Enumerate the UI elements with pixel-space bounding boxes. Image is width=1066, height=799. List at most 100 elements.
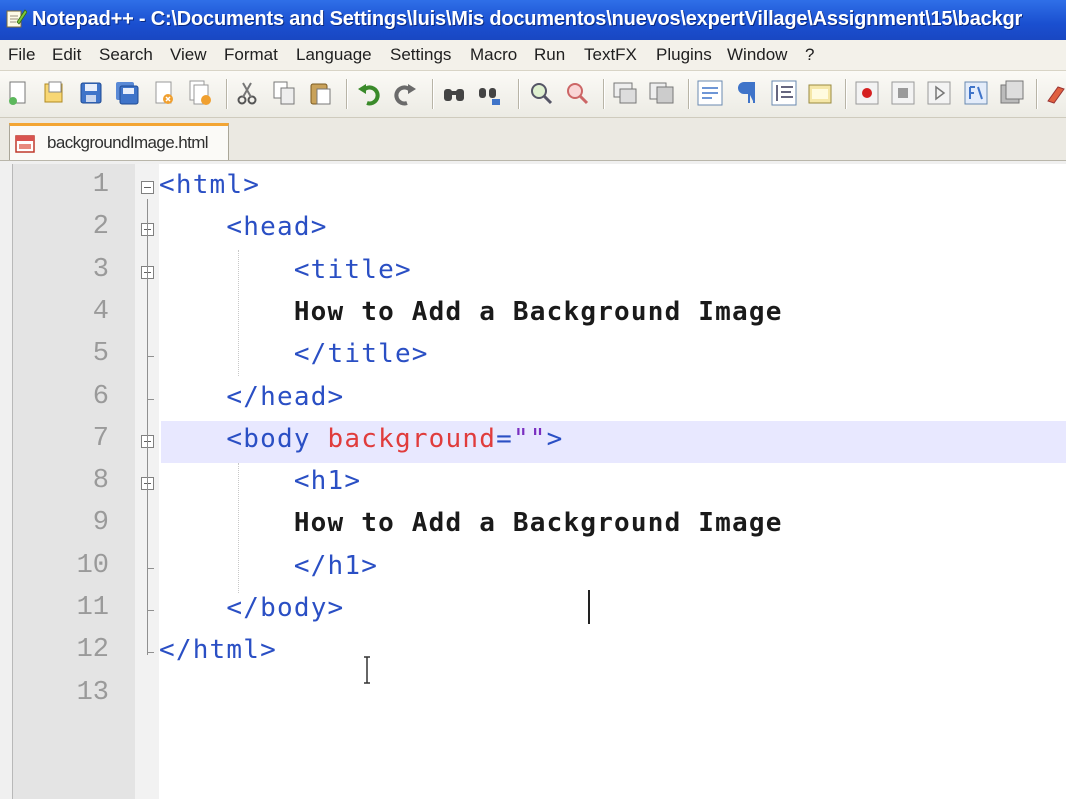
fold-end-marker bbox=[147, 610, 154, 611]
menu-view[interactable]: View bbox=[170, 45, 207, 65]
code-line: 9 How to Add a Background Image bbox=[13, 504, 1066, 546]
code-token-tag: > bbox=[546, 423, 564, 454]
indent-guide-button[interactable] bbox=[770, 79, 798, 107]
code-token-ws bbox=[159, 508, 294, 538]
code-line: 2 <head> bbox=[13, 208, 1066, 250]
tab-background-image-html[interactable]: backgroundImage.html bbox=[9, 123, 229, 160]
replace-button[interactable] bbox=[476, 79, 504, 107]
menu-bar: File Edit Search View Format Language Settings… bbox=[0, 40, 1066, 71]
menu-textfx[interactable]: TextFX bbox=[584, 45, 637, 65]
close-all-icon bbox=[189, 80, 211, 105]
code-token-val: "" bbox=[512, 423, 547, 454]
code-token-text: How to Add a Background Image bbox=[293, 508, 783, 539]
copy-button[interactable] bbox=[270, 79, 298, 107]
fold-end-marker bbox=[147, 398, 154, 400]
stop-recording-button[interactable] bbox=[889, 79, 917, 107]
play-macro-icon bbox=[927, 81, 951, 105]
code-token-tag: </html> bbox=[159, 635, 277, 666]
play-macro-button[interactable] bbox=[925, 79, 953, 107]
code-token-tag: </title> bbox=[293, 339, 429, 370]
code-token-tag: = bbox=[496, 423, 513, 454]
code-line: 4 How to Add a Background Image bbox=[13, 293, 1066, 335]
code-editor[interactable]: 1 <html> 2 <head> 3 <title> 4 How to Add a B… bbox=[12, 164, 1066, 799]
menu-help[interactable]: ? bbox=[805, 45, 814, 65]
record-macro-icon bbox=[855, 81, 879, 105]
save-icon bbox=[80, 82, 102, 104]
code-line: 12 </html> bbox=[13, 631, 1066, 673]
code-token-attr: background bbox=[327, 423, 497, 454]
fold-toggle-icon[interactable] bbox=[141, 181, 154, 194]
code-text: </html> bbox=[159, 635, 277, 665]
tab-label: backgroundImage.html bbox=[47, 133, 209, 152]
code-line: 5 </title> bbox=[13, 335, 1066, 377]
user-language-button[interactable] bbox=[806, 79, 834, 107]
toolbar-separator bbox=[603, 79, 604, 109]
menu-format[interactable]: Format bbox=[224, 45, 278, 65]
redo-button[interactable] bbox=[391, 79, 419, 107]
menu-macro[interactable]: Macro bbox=[470, 45, 517, 65]
new-file-button[interactable] bbox=[4, 79, 32, 107]
menu-settings[interactable]: Settings bbox=[390, 45, 451, 65]
menu-language[interactable]: Language bbox=[296, 45, 372, 65]
code-text: </body> bbox=[159, 593, 344, 623]
run-macro-multiple-button[interactable] bbox=[962, 79, 990, 107]
code-token-tag: </body> bbox=[226, 593, 345, 623]
line-number: 5 bbox=[92, 339, 109, 370]
code-token-ws bbox=[159, 339, 294, 369]
save-all-button[interactable] bbox=[113, 79, 141, 107]
close-button[interactable] bbox=[150, 79, 178, 107]
close-all-button[interactable] bbox=[186, 79, 214, 107]
code-text: </head> bbox=[159, 382, 344, 412]
spell-check-button[interactable] bbox=[1044, 79, 1066, 107]
code-token-ws bbox=[159, 255, 294, 285]
menu-edit[interactable]: Edit bbox=[52, 45, 81, 65]
menu-search[interactable]: Search bbox=[99, 45, 153, 65]
save-button[interactable] bbox=[77, 79, 105, 107]
code-line: 11 </body> bbox=[13, 589, 1066, 631]
close-icon bbox=[155, 81, 173, 104]
code-token-ws bbox=[159, 424, 226, 454]
line-number: 13 bbox=[76, 677, 109, 708]
sync-vertical-icon bbox=[613, 82, 637, 104]
menu-plugins[interactable]: Plugins bbox=[656, 45, 712, 65]
zoom-in-button[interactable] bbox=[527, 79, 555, 107]
toolbar-separator bbox=[518, 79, 519, 109]
menu-window[interactable]: Window bbox=[727, 45, 787, 65]
code-line: 7 <body background=""> bbox=[13, 420, 1066, 462]
code-text: </title> bbox=[159, 339, 429, 369]
paste-button[interactable] bbox=[306, 79, 334, 107]
code-text: <head> bbox=[159, 212, 328, 242]
open-file-button[interactable] bbox=[40, 79, 68, 107]
code-token-ws bbox=[159, 382, 226, 412]
show-all-characters-icon bbox=[738, 82, 755, 103]
code-token-tag: </head> bbox=[226, 381, 345, 412]
fold-end-marker bbox=[147, 652, 154, 654]
menu-run[interactable]: Run bbox=[534, 45, 565, 65]
line-number: 7 bbox=[92, 423, 109, 454]
code-text: <html> bbox=[159, 170, 260, 200]
copy-icon bbox=[273, 81, 295, 105]
menu-file[interactable]: File bbox=[8, 45, 35, 65]
line-number: 6 bbox=[92, 381, 109, 412]
code-token-tag: <h1> bbox=[293, 466, 362, 497]
find-icon bbox=[444, 89, 464, 101]
open-file-icon bbox=[44, 81, 63, 103]
word-wrap-button[interactable] bbox=[696, 79, 724, 107]
find-button[interactable] bbox=[440, 79, 468, 107]
save-macro-button[interactable] bbox=[998, 79, 1026, 107]
paste-icon bbox=[310, 83, 331, 105]
code-token-ws bbox=[159, 212, 226, 242]
fold-end-marker bbox=[147, 356, 154, 358]
undo-button[interactable] bbox=[355, 79, 383, 107]
zoom-out-button[interactable] bbox=[563, 79, 591, 107]
zoom-out-icon bbox=[567, 83, 589, 105]
toolbar-separator bbox=[346, 79, 347, 109]
show-all-characters-button[interactable] bbox=[732, 79, 760, 107]
sync-horizontal-button[interactable] bbox=[647, 79, 675, 107]
cut-button[interactable] bbox=[233, 79, 261, 107]
code-line: 1 <html> bbox=[13, 166, 1066, 208]
title-bar[interactable]: Notepad++ - C:\Documents and Settings\lu… bbox=[0, 0, 1066, 40]
tab-bar: backgroundImage.html bbox=[0, 118, 1066, 161]
record-macro-button[interactable] bbox=[853, 79, 881, 107]
sync-vertical-button[interactable] bbox=[611, 79, 639, 107]
